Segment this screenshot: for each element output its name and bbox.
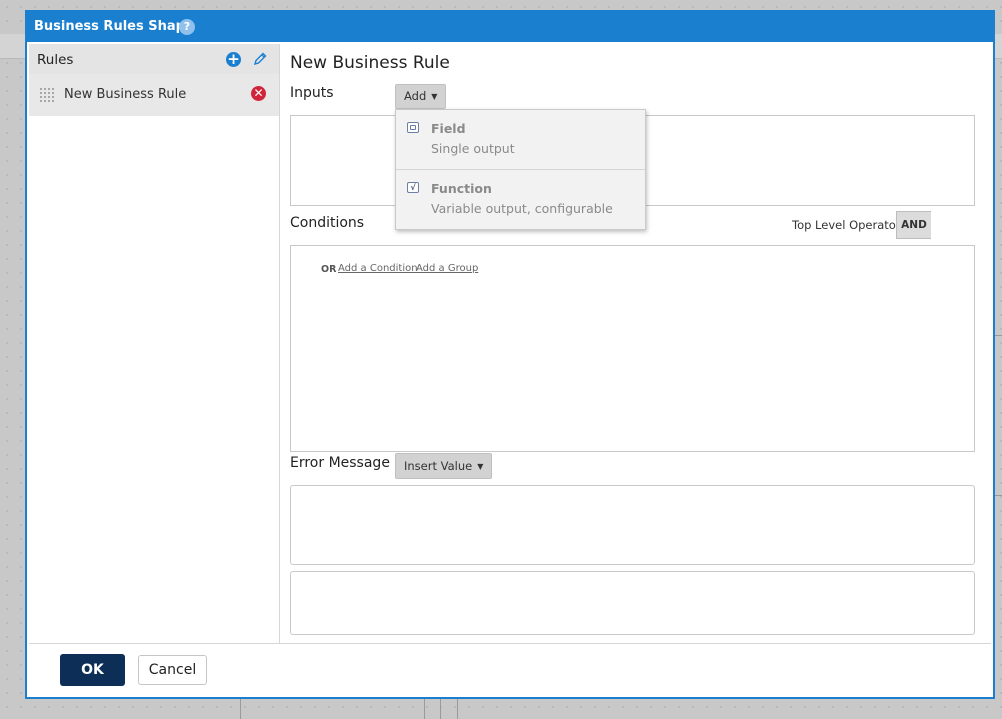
rule-item-label: New Business Rule (64, 87, 187, 102)
dialog-title: Business Rules Shape (34, 19, 194, 34)
error-message-input[interactable] (290, 485, 975, 565)
chevron-down-icon: ▼ (477, 462, 484, 471)
add-input-menu: Field Single output √ Function Variable … (395, 109, 646, 230)
or-label: OR (321, 264, 337, 275)
help-icon[interactable]: ? (179, 19, 195, 35)
menu-item-title: Field (431, 121, 466, 136)
delete-circle-icon[interactable]: ✕ (251, 86, 266, 101)
conditions-label: Conditions (290, 215, 365, 231)
menu-item-function[interactable]: √ Function Variable output, configurable (396, 170, 645, 229)
rules-header: Rules + (29, 44, 279, 74)
footer-divider (29, 643, 991, 644)
drag-handle-icon[interactable] (39, 87, 54, 102)
menu-item-subtitle: Variable output, configurable (431, 201, 613, 216)
conditions-box (290, 245, 975, 452)
canvas-connector (240, 699, 241, 719)
rule-heading: New Business Rule (290, 53, 450, 73)
canvas-connector (440, 699, 441, 719)
plus-circle-icon[interactable]: + (226, 52, 241, 67)
menu-item-field[interactable]: Field Single output (396, 110, 645, 169)
field-icon (407, 122, 419, 133)
ok-button[interactable]: OK (60, 654, 125, 686)
chevron-down-icon: ▼ (431, 92, 438, 101)
top-level-operator-label: Top Level Operator (792, 218, 901, 232)
add-input-button[interactable]: Add ▼ (395, 84, 447, 109)
cancel-button[interactable]: Cancel (138, 655, 207, 685)
canvas-connector (424, 699, 425, 719)
rules-title: Rules (37, 52, 74, 68)
dialog-titlebar: Business Rules Shape ? (27, 12, 993, 42)
canvas-connector (995, 335, 1002, 336)
add-input-button-label: Add (404, 89, 427, 103)
canvas-connector (457, 699, 458, 719)
add-group-link[interactable]: Add a Group (416, 263, 478, 274)
add-condition-link[interactable]: Add a Condition (338, 263, 418, 274)
error-message-label: Error Message (290, 455, 390, 471)
error-message-preview[interactable] (290, 571, 975, 635)
insert-value-button-label: Insert Value (404, 459, 473, 473)
menu-item-title: Function (431, 181, 492, 196)
canvas-connector (995, 495, 1002, 496)
inputs-label: Inputs (290, 85, 334, 101)
rule-list-item[interactable]: New Business Rule ✕ (29, 74, 279, 116)
rules-panel: Rules + New Business Rule ✕ (29, 44, 280, 643)
pencil-icon[interactable] (252, 51, 268, 67)
insert-value-button[interactable]: Insert Value ▼ (395, 453, 493, 479)
operator-toggle[interactable]: AND (896, 211, 931, 239)
function-icon: √ (407, 182, 419, 193)
menu-item-subtitle: Single output (431, 141, 515, 156)
